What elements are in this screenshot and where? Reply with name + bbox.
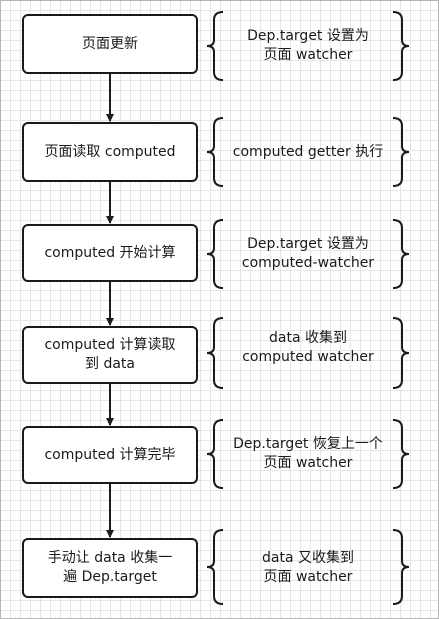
note-brace-right-4 bbox=[392, 317, 410, 389]
note-brace-left-2 bbox=[206, 117, 224, 187]
note-dep-target-page-watcher: Dep.target 设置为 页面 watcher bbox=[247, 28, 369, 63]
note-brace-right-3 bbox=[392, 219, 410, 289]
note-brace-right-2 bbox=[392, 117, 410, 187]
note-dep-target-restored: Dep.target 恢复上一个 页面 watcher bbox=[233, 436, 383, 471]
note-brace-left-5 bbox=[206, 419, 224, 489]
step-computed-finished: computed 计算完毕 bbox=[22, 426, 198, 484]
note-brace-right-6 bbox=[392, 529, 410, 605]
note-brace-left-3 bbox=[206, 219, 224, 289]
note-brace-right-1 bbox=[392, 11, 410, 81]
note-data-collects-computed-watcher: data 收集到 computed watcher bbox=[242, 330, 374, 365]
note-brace-left-1 bbox=[206, 11, 224, 81]
connectors-layer bbox=[106, 11, 410, 605]
step-page-reads-computed: 页面读取 computed bbox=[22, 122, 198, 182]
step-computed-reads-data: computed 计算读取到 data bbox=[22, 326, 198, 384]
note-brace-left-6 bbox=[206, 529, 224, 605]
note-dep-target-computed-watcher: Dep.target 设置为 computed-watcher bbox=[241, 236, 375, 271]
step-data-collect-target: 手动让 data 收集一遍 Dep.target bbox=[22, 538, 198, 598]
note-brace-right-5 bbox=[392, 419, 410, 489]
note-data-collects-page-watcher: data 又收集到 页面 watcher bbox=[262, 550, 354, 585]
step-page-update: 页面更新 bbox=[22, 14, 198, 74]
note-brace-left-4 bbox=[206, 317, 224, 389]
step-computed-start: computed 开始计算 bbox=[22, 224, 198, 282]
note-computed-getter-runs: computed getter 执行 bbox=[232, 143, 384, 160]
